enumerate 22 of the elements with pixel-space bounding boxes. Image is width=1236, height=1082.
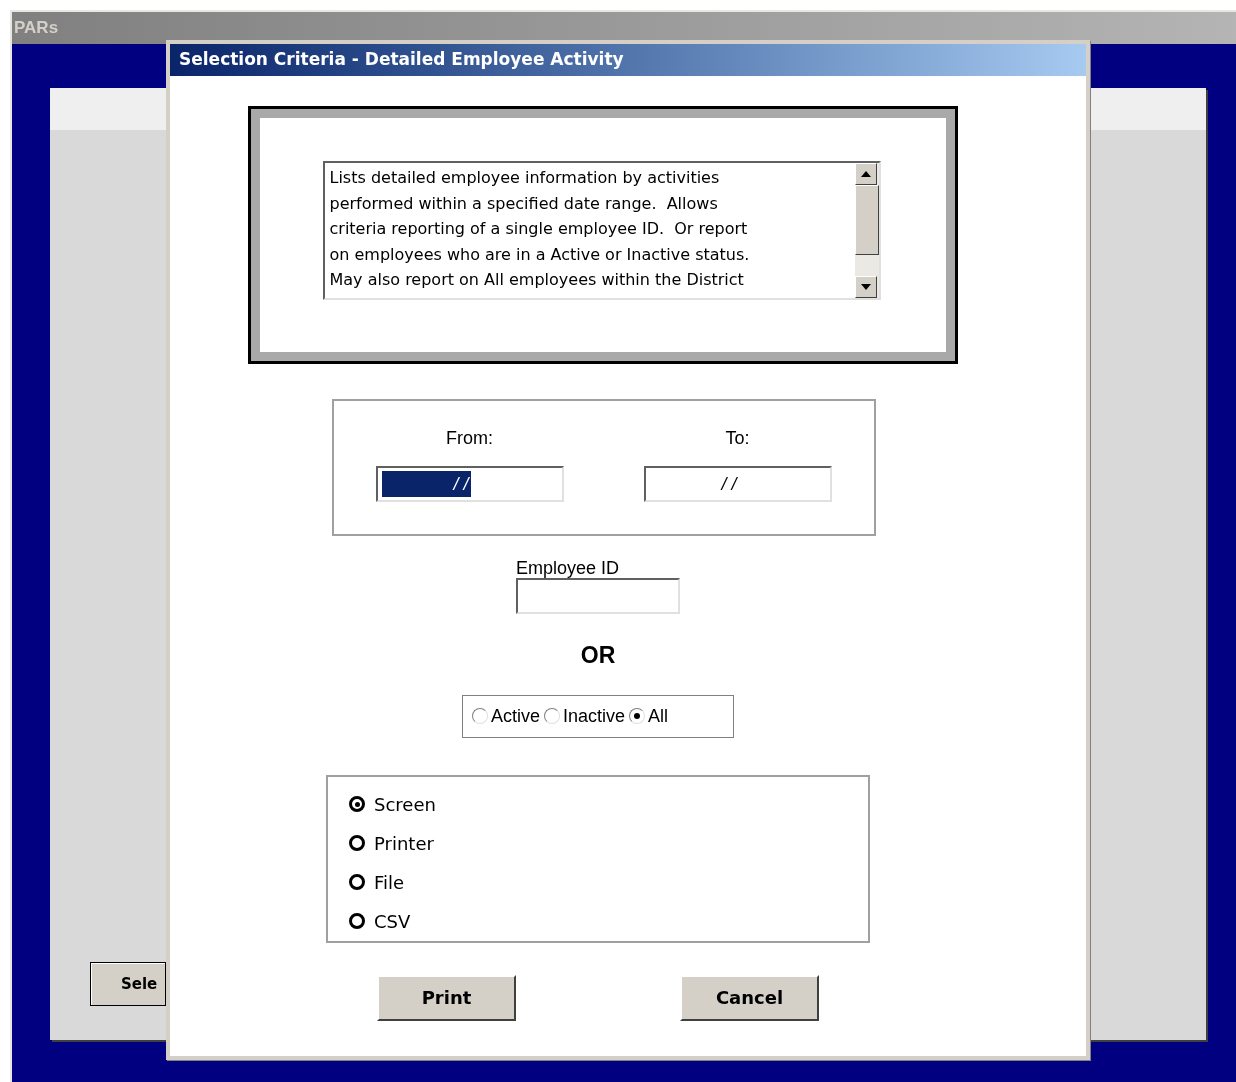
date-label: From: <box>446 427 493 450</box>
window-title: PARs <box>14 17 59 40</box>
output-radio[interactable]: CSV <box>349 909 411 933</box>
dialog-button[interactable]: Print <box>377 974 516 1021</box>
status-radio[interactable]: Inactive <box>544 702 626 730</box>
date-field[interactable]: / / <box>375 466 564 502</box>
status-radio[interactable]: Active <box>472 702 541 730</box>
employee-id-field[interactable] <box>516 578 680 614</box>
description-text: Lists detailed employee information by activities performed within a specified date range. Allows criteria reporting of a single employee ID. Or report on employees who are in a Active or Inactive status. May also report on All employees within the District <box>329 167 751 291</box>
output-radio[interactable]: Screen <box>349 792 436 816</box>
or-label: OR <box>580 641 616 670</box>
date-label: To: <box>725 427 750 450</box>
select-button[interactable]: Sele <box>90 962 166 1006</box>
status-radio[interactable]: All <box>629 702 669 730</box>
scrollbar[interactable] <box>854 163 879 298</box>
employee-id-label: Employee ID <box>516 558 621 578</box>
dialog-button[interactable]: Cancel <box>680 974 819 1021</box>
output-radio[interactable]: File <box>349 870 405 894</box>
output-radio[interactable]: Printer <box>349 831 434 855</box>
date-field[interactable]: / / <box>643 466 832 502</box>
scrollbar-thumb[interactable] <box>854 185 879 255</box>
dialog-title: Selection Criteria - Detailed Employee Activity <box>179 48 624 72</box>
